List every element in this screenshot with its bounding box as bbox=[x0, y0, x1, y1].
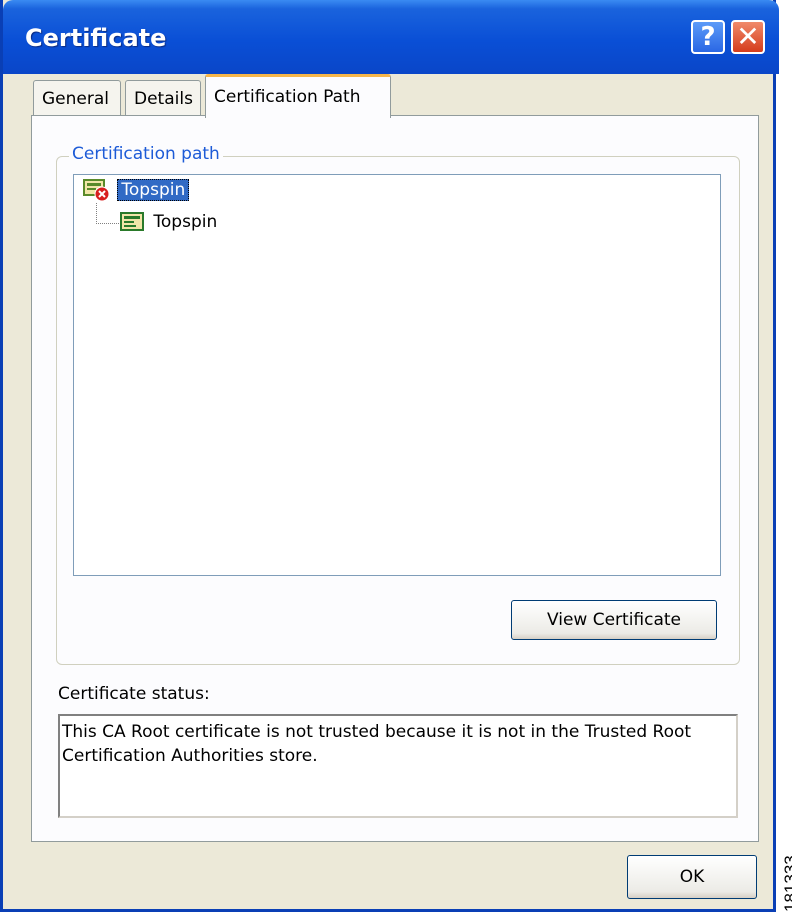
close-button[interactable]: ✕ bbox=[731, 20, 765, 54]
certificate-dialog: Certificate ? ✕ General Details Certific… bbox=[0, 0, 779, 912]
certification-path-group: Certification path Topspin Topspin View … bbox=[56, 144, 740, 665]
tree-item-child[interactable]: Topspin bbox=[118, 209, 217, 235]
help-icon: ? bbox=[700, 22, 716, 52]
close-icon: ✕ bbox=[736, 20, 760, 53]
tree-item-label: Topspin bbox=[117, 179, 190, 201]
help-button[interactable]: ? bbox=[691, 20, 725, 54]
window-title: Certificate bbox=[25, 24, 167, 52]
certificate-error-icon bbox=[83, 179, 110, 202]
figure-id: 181333 bbox=[781, 855, 792, 912]
tree-connector bbox=[96, 203, 119, 224]
tree-item-label: Topspin bbox=[153, 212, 218, 232]
tree-item-root[interactable]: Topspin bbox=[82, 177, 190, 203]
certificate-status-text: This CA Root certificate is not trusted … bbox=[58, 714, 738, 818]
certification-path-group-label: Certification path bbox=[69, 144, 223, 164]
certification-path-tree[interactable]: Topspin Topspin bbox=[73, 174, 721, 576]
certificate-status-label: Certificate status: bbox=[58, 684, 210, 704]
certificate-icon bbox=[120, 212, 144, 231]
tab-general[interactable]: General bbox=[33, 80, 121, 116]
title-bar[interactable]: Certificate ? ✕ bbox=[3, 0, 779, 74]
tab-certification-path[interactable]: Certification Path bbox=[205, 74, 391, 118]
ok-button[interactable]: OK bbox=[627, 855, 757, 899]
view-certificate-button[interactable]: View Certificate bbox=[511, 600, 717, 640]
tab-details[interactable]: Details bbox=[125, 80, 201, 116]
certification-path-panel: Certification path Topspin Topspin View … bbox=[31, 115, 759, 842]
